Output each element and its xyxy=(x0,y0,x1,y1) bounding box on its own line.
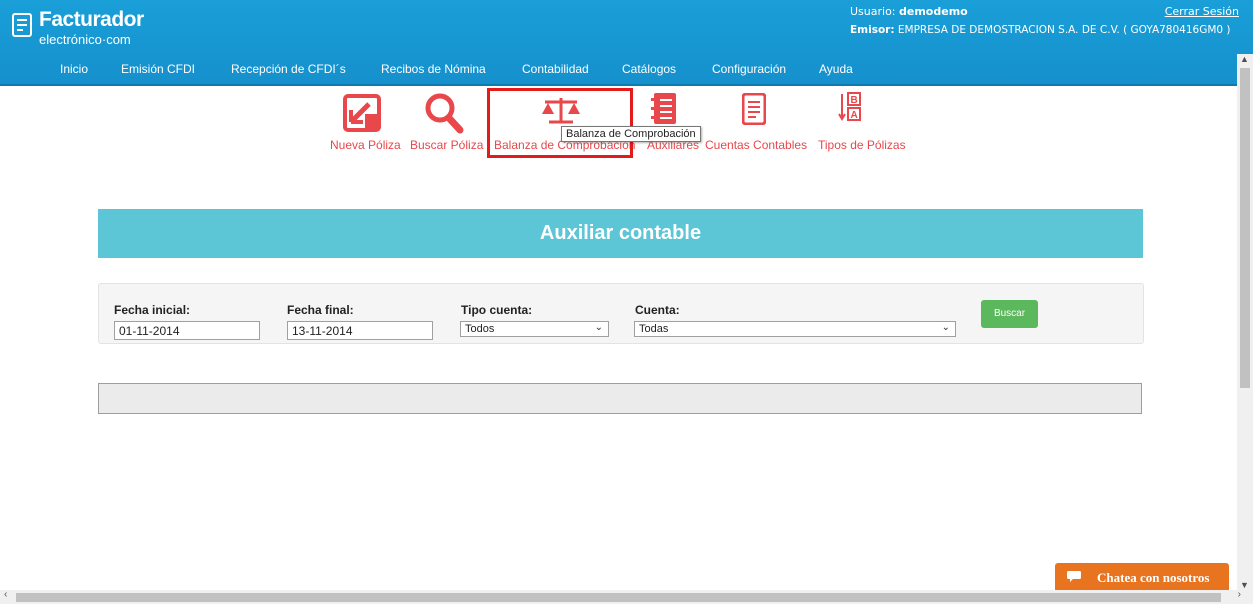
scroll-thumb[interactable] xyxy=(16,593,1221,602)
tipo-cuenta-value: Todos xyxy=(465,323,495,335)
tipo-cuenta-select[interactable]: Todos ⌄ xyxy=(460,321,609,337)
user-name: demodemo xyxy=(899,5,968,18)
cuenta-select[interactable]: Todas ⌄ xyxy=(634,321,956,337)
nav-item-ayuda[interactable]: Ayuda xyxy=(819,62,853,76)
scroll-down-icon[interactable]: ▼ xyxy=(1240,580,1249,590)
emisor-label: Emisor: xyxy=(850,24,895,36)
horizontal-scrollbar[interactable]: ‹ › xyxy=(0,589,1253,604)
scroll-thumb[interactable] xyxy=(1240,68,1250,388)
fecha-inicial-label: Fecha inicial: xyxy=(114,303,191,317)
tipo-cuenta-label: Tipo cuenta: xyxy=(461,303,533,317)
nav-item-inicio[interactable]: Inicio xyxy=(60,62,88,76)
page-banner: Auxiliar contable xyxy=(98,209,1143,258)
user-info: Usuario: demodemo xyxy=(850,5,968,18)
toolbar-label-buscar-poliza: Buscar Póliza xyxy=(410,138,484,152)
accounts-icon xyxy=(742,93,766,125)
fecha-final-label: Fecha final: xyxy=(287,303,354,317)
chat-bubble-icon xyxy=(1067,571,1081,582)
chevron-down-icon: ⌄ xyxy=(594,322,603,333)
scroll-left-icon[interactable]: ‹ xyxy=(4,589,7,600)
emisor-value: EMPRESA DE DEMOSTRACION S.A. DE C.V. ( G… xyxy=(897,24,1231,36)
svg-text:B: B xyxy=(851,95,858,106)
scroll-right-icon[interactable]: › xyxy=(1238,589,1241,600)
nav-item-recibos-nomina[interactable]: Recibos de Nómina xyxy=(381,62,486,76)
nav-item-configuracion[interactable]: Configuración xyxy=(712,62,786,76)
logout-link[interactable]: Cerrar Sesión xyxy=(1165,5,1239,18)
scroll-up-icon[interactable]: ▲ xyxy=(1240,54,1249,64)
buscar-button[interactable]: Buscar xyxy=(981,300,1038,328)
nav-item-recepcion-cfdi[interactable]: Recepción de CFDI´s xyxy=(231,62,346,76)
user-label: Usuario: xyxy=(850,5,896,18)
app-header: Facturador electrónico·com Usuario: demo… xyxy=(0,0,1253,84)
filter-panel: Fecha inicial: Fecha final: Tipo cuenta:… xyxy=(98,283,1144,344)
focus-highlight-box xyxy=(487,88,633,158)
svg-text:A: A xyxy=(851,110,858,121)
search-icon xyxy=(425,93,464,134)
toolbar-label-tipos: Tipos de Pólizas xyxy=(818,138,906,152)
fecha-inicial-input[interactable] xyxy=(114,321,260,340)
cuenta-label: Cuenta: xyxy=(635,303,680,317)
ledger-icon xyxy=(651,93,676,124)
logo-subtitle: electrónico·com xyxy=(39,32,131,47)
nav-divider xyxy=(0,84,1237,86)
main-nav: Inicio Emisión CFDI Recepción de CFDI´s … xyxy=(0,54,1237,84)
nav-item-contabilidad[interactable]: Contabilidad xyxy=(522,62,589,76)
chevron-down-icon: ⌄ xyxy=(941,322,950,333)
chat-label: Chatea con nosotros xyxy=(1097,570,1210,585)
toolbar-label-cuentas: Cuentas Contables xyxy=(705,138,808,152)
emisor-info: Emisor: EMPRESA DE DEMOSTRACION S.A. DE … xyxy=(850,24,1231,36)
toolbar-label-nueva-poliza: Nueva Póliza xyxy=(330,138,401,152)
fecha-final-input[interactable] xyxy=(287,321,433,340)
results-panel xyxy=(98,383,1142,414)
logo-title: Facturador xyxy=(39,8,144,31)
cuenta-value: Todas xyxy=(639,323,669,335)
nav-item-emision-cfdi[interactable]: Emisión CFDI xyxy=(121,62,195,76)
new-policy-icon xyxy=(343,94,381,132)
nav-item-catalogos[interactable]: Catálogos xyxy=(622,62,676,76)
tooltip: Balanza de Comprobación xyxy=(561,126,701,142)
invoice-logo-icon xyxy=(12,13,32,37)
sort-az-icon: B A xyxy=(838,92,861,121)
vertical-scrollbar[interactable]: ▲ ▼ xyxy=(1237,54,1253,590)
page-title: Auxiliar contable xyxy=(539,222,702,244)
chat-button[interactable]: Chatea con nosotros xyxy=(1055,563,1229,592)
